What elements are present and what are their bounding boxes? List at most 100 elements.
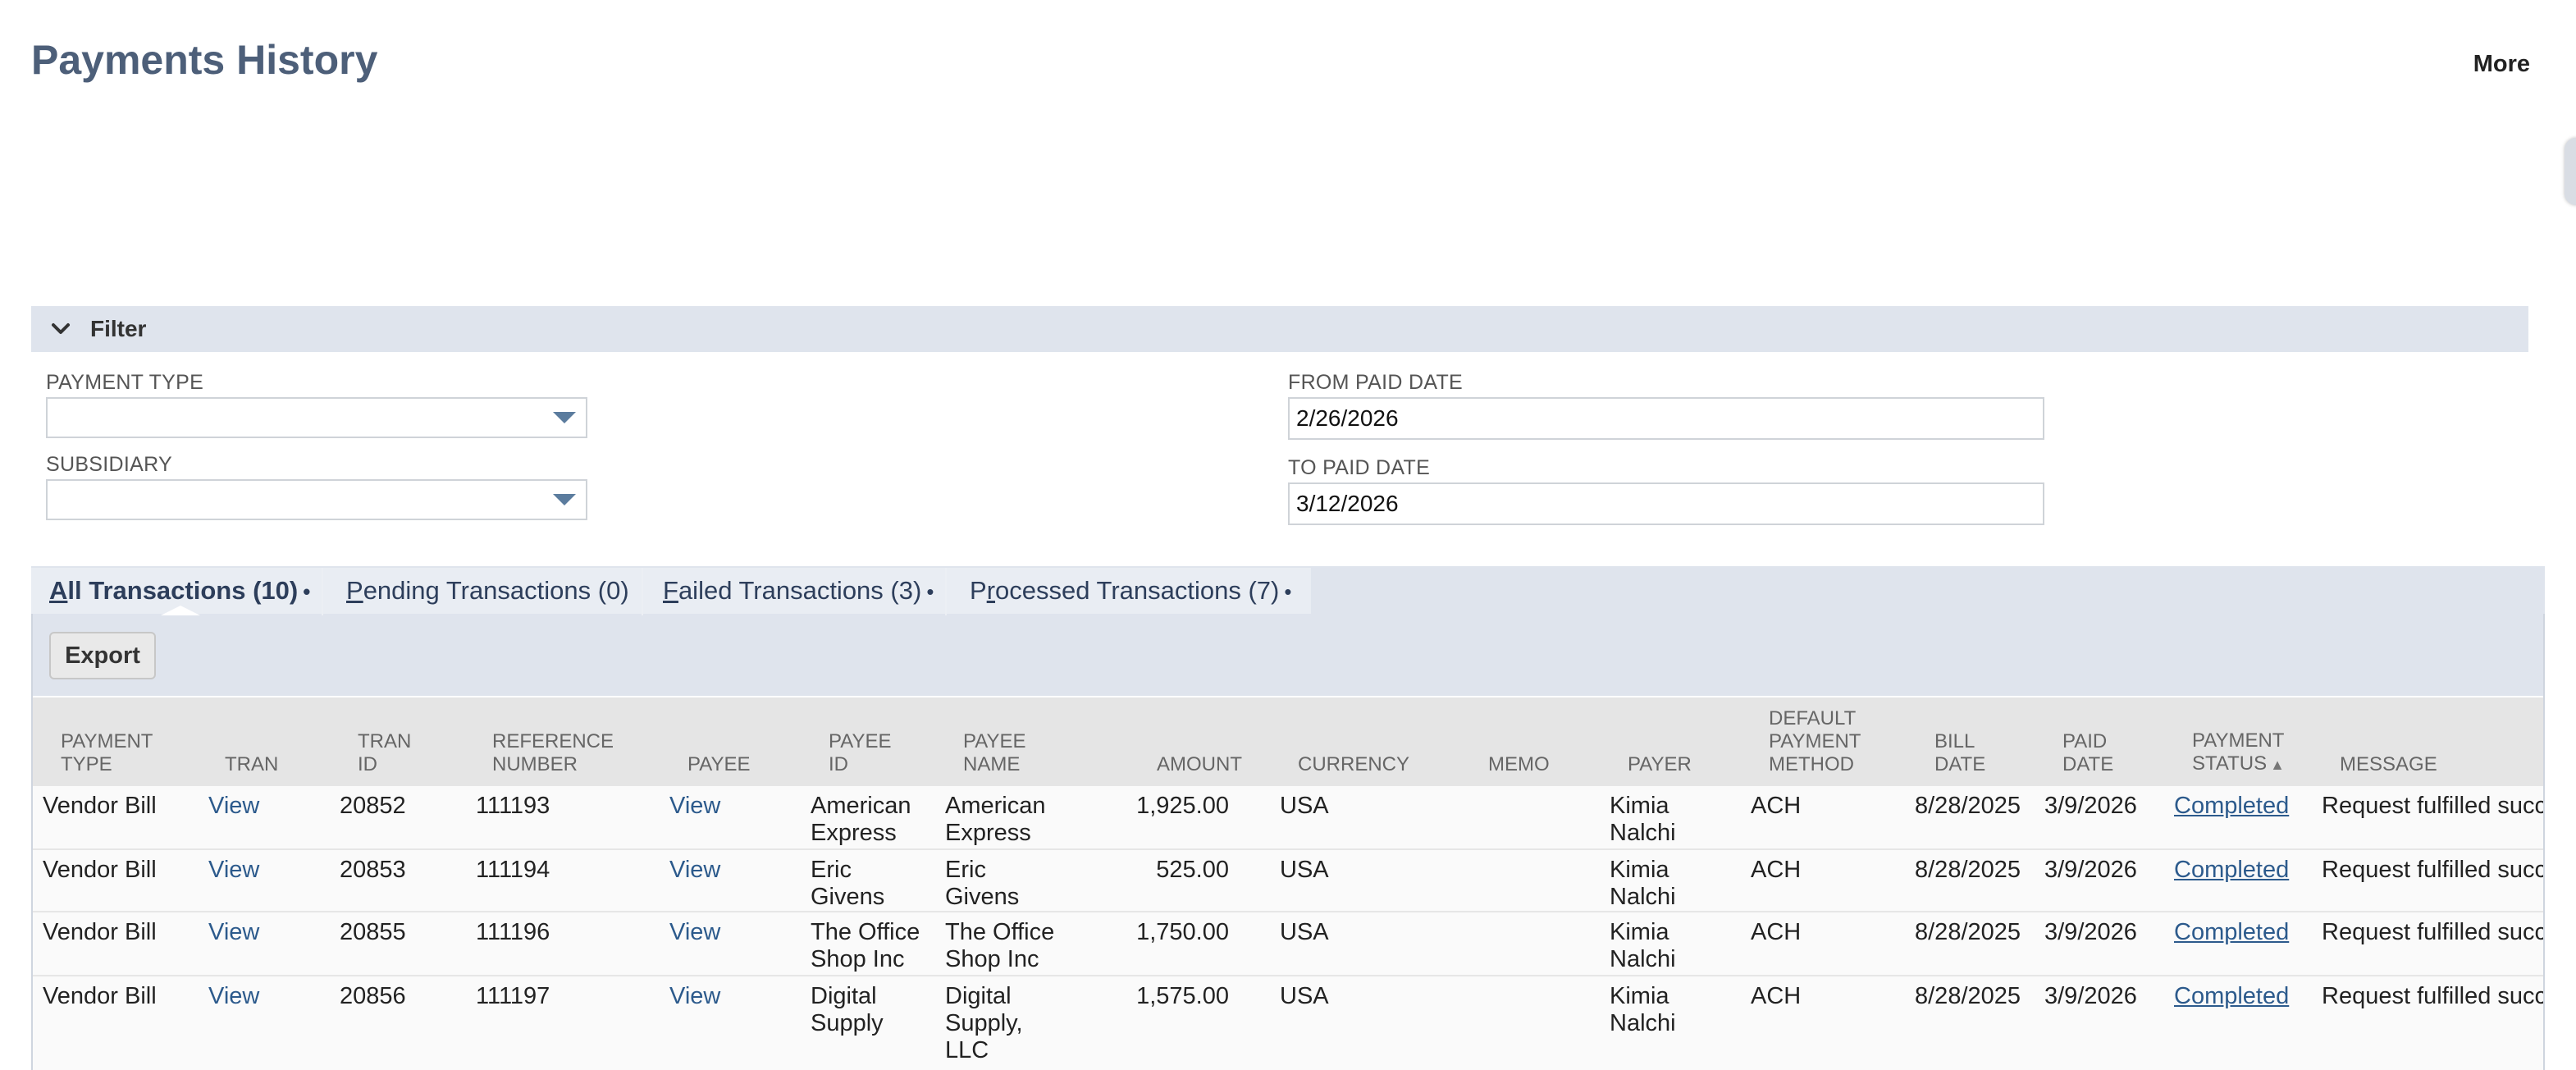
column-header-tran[interactable]: TRAN <box>225 753 278 776</box>
payee-view-link[interactable]: View <box>669 919 720 946</box>
sort-ascending-icon: ▲ <box>2270 757 2285 773</box>
side-panel-handle[interactable] <box>2565 138 2576 205</box>
cell-message: Request fulfilled succ <box>2322 857 2543 883</box>
column-header-default-payment-method[interactable]: DEFAULT PAYMENT METHOD <box>1769 707 1861 776</box>
cell-paid-date: 3/9/2026 <box>2044 919 2137 945</box>
cell-payment-type: Vendor Bill <box>43 919 157 945</box>
column-header-reference-number[interactable]: REFERENCE NUMBER <box>492 730 614 776</box>
payment-status-link[interactable]: Completed <box>2174 857 2289 884</box>
cell-message: Request fulfilled succ <box>2322 983 2543 1009</box>
tran-view-link[interactable]: View <box>208 983 259 1010</box>
payment-status-link[interactable]: Completed <box>2174 919 2289 946</box>
subsidiary-select[interactable] <box>46 479 587 520</box>
tab-divider <box>945 568 947 615</box>
cell-payee-id: Eric Givens <box>811 857 885 910</box>
column-header-memo[interactable]: MEMO <box>1488 753 1550 776</box>
cell-payer: Kimia Nalchi <box>1610 793 1676 846</box>
cell-payment-type: Vendor Bill <box>43 793 157 819</box>
cell-payee-id: The Office Shop Inc <box>811 919 920 972</box>
subsidiary-label: SUBSIDIARY <box>46 453 172 476</box>
tab-access-key: r <box>986 576 996 605</box>
cell-default-payment-method: ACH <box>1751 857 1802 883</box>
tab-failed-transactions[interactable]: Failed Transactions (3) • <box>663 576 934 612</box>
cell-currency: USA <box>1280 919 1329 945</box>
payment-status-link[interactable]: Completed <box>2174 983 2289 1010</box>
tab-processed-transactions[interactable]: Processed Transactions (7) • <box>970 576 1291 612</box>
cell-message: Request fulfilled succ <box>2322 793 2543 819</box>
cell-amount: 525.00 <box>1156 857 1229 883</box>
cell-reference-number: 111193 <box>476 793 550 819</box>
cell-bill-date: 8/28/2025 <box>1915 793 2021 819</box>
column-header-bill-date[interactable]: BILL DATE <box>1934 730 1985 776</box>
cell-reference-number: 111197 <box>476 983 550 1009</box>
tab-label: ailed Transactions (3) <box>678 576 922 605</box>
tab-access-key: F <box>663 576 678 605</box>
filter-toggle[interactable]: Filter <box>31 306 2528 352</box>
chevron-down-icon <box>52 323 70 334</box>
tran-view-link[interactable]: View <box>208 793 259 820</box>
cell-payee-name: Digital Supply, LLC <box>945 983 1023 1063</box>
column-header-currency[interactable]: CURRENCY <box>1298 753 1409 776</box>
tab-access-key: P <box>346 576 363 605</box>
column-header-payer[interactable]: PAYER <box>1628 753 1692 776</box>
payee-view-link[interactable]: View <box>669 793 720 820</box>
payment-type-label: PAYMENT TYPE <box>46 371 204 394</box>
cell-default-payment-method: ACH <box>1751 919 1802 945</box>
cell-payee-name: American Express <box>945 793 1046 846</box>
cell-payer: Kimia Nalchi <box>1610 919 1676 972</box>
cell-default-payment-method: ACH <box>1751 793 1802 819</box>
column-header-payment-status[interactable]: PAYMENT STATUS ▲ <box>2192 729 2285 776</box>
cell-currency: USA <box>1280 857 1329 883</box>
cell-amount: 1,575.00 <box>1136 983 1229 1009</box>
tran-view-link[interactable]: View <box>208 857 259 884</box>
from-paid-date-input[interactable] <box>1288 397 2044 440</box>
column-header-payee[interactable]: PAYEE <box>687 753 750 776</box>
tab-pending-transactions[interactable]: Pending Transactions (0) <box>346 576 629 612</box>
filter-label: Filter <box>90 316 147 341</box>
column-header-payee-id[interactable]: PAYEE ID <box>829 730 891 776</box>
tab-dot: • <box>1284 579 1292 604</box>
table-row: Vendor Bill View 20856 111197 View Digit… <box>33 976 2543 1070</box>
column-header-paid-date[interactable]: PAID DATE <box>2062 730 2113 776</box>
tab-label: ending Transactions (0) <box>363 576 629 605</box>
table-row: Vendor Bill View 20852 111193 View Ameri… <box>33 786 2543 850</box>
column-header-message[interactable]: MESSAGE <box>2340 753 2437 776</box>
cell-bill-date: 8/28/2025 <box>1915 983 2021 1009</box>
tab-dot: • <box>926 579 934 604</box>
payment-status-link[interactable]: Completed <box>2174 793 2289 820</box>
column-header-payee-name[interactable]: PAYEE NAME <box>963 730 1025 776</box>
tab-label-prefix: P <box>970 576 987 605</box>
cell-tran-id: 20856 <box>340 983 406 1009</box>
tab-label: ll Transactions (10) <box>67 576 299 605</box>
column-header-amount[interactable]: AMOUNT <box>1157 753 1242 776</box>
more-button[interactable]: More <box>2473 51 2530 78</box>
cell-paid-date: 3/9/2026 <box>2044 793 2137 819</box>
cell-payee-id: Digital Supply <box>811 983 884 1036</box>
dropdown-arrow-icon <box>553 412 576 423</box>
payee-view-link[interactable]: View <box>669 857 720 884</box>
column-header-payment-type[interactable]: PAYMENT TYPE <box>61 730 153 776</box>
payment-type-select[interactable] <box>46 397 587 438</box>
cell-default-payment-method: ACH <box>1751 983 1802 1009</box>
cell-payee-id: American Express <box>811 793 911 846</box>
cell-bill-date: 8/28/2025 <box>1915 857 2021 883</box>
to-paid-date-input[interactable] <box>1288 482 2044 525</box>
table-header: PAYMENT TYPE TRAN TRAN ID REFERENCE NUMB… <box>33 697 2543 786</box>
cell-payee-name: The Office Shop Inc <box>945 919 1055 972</box>
cell-paid-date: 3/9/2026 <box>2044 857 2137 883</box>
column-header-tran-id[interactable]: TRAN ID <box>358 730 411 776</box>
export-button[interactable]: Export <box>49 632 156 679</box>
payee-view-link[interactable]: View <box>669 983 720 1010</box>
cell-reference-number: 111196 <box>476 919 550 945</box>
to-paid-date-label: TO PAID DATE <box>1288 456 1431 479</box>
tran-view-link[interactable]: View <box>208 919 259 946</box>
dropdown-arrow-icon <box>553 494 576 505</box>
tab-strip-filler <box>1311 568 2545 614</box>
cell-payment-type: Vendor Bill <box>43 983 157 1009</box>
from-paid-date-label: FROM PAID DATE <box>1288 371 1464 394</box>
tab-divider <box>322 568 323 615</box>
cell-bill-date: 8/28/2025 <box>1915 919 2021 945</box>
cell-tran-id: 20855 <box>340 919 406 945</box>
cell-payee-name: Eric Givens <box>945 857 1020 910</box>
table-row: Vendor Bill View 20853 111194 View Eric … <box>33 850 2543 912</box>
